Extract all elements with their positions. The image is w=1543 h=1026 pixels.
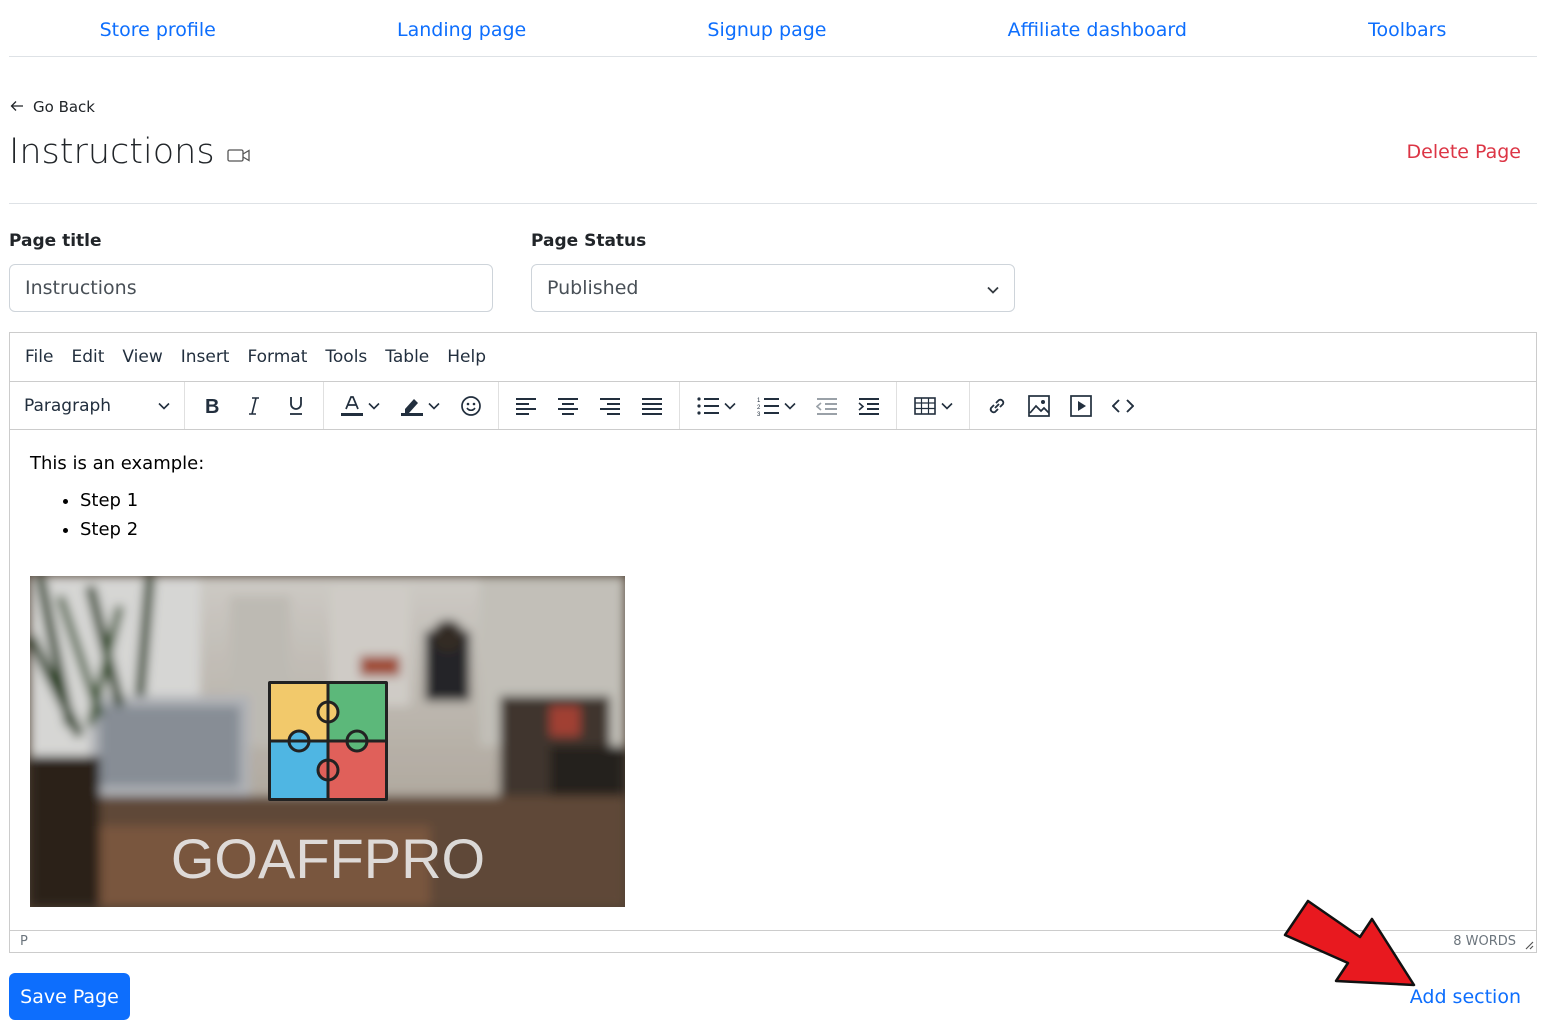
page-status-label: Page Status <box>531 231 647 251</box>
align-right-icon <box>600 397 620 415</box>
editor-menubar: File Edit View Insert Format Tools Table… <box>10 333 1536 382</box>
block-format-value: Paragraph <box>24 395 112 416</box>
menu-view[interactable]: View <box>113 347 171 367</box>
bullet-list-button[interactable] <box>686 389 746 423</box>
highlighter-icon <box>400 398 423 416</box>
align-justify-icon <box>642 397 662 415</box>
rich-text-editor: File Edit View Insert Format Tools Table… <box>9 332 1537 953</box>
page-title-label: Page title <box>9 231 102 251</box>
code-icon <box>1112 398 1134 413</box>
page-status-select[interactable]: Published <box>531 264 1015 312</box>
go-back-label: Go Back <box>33 98 95 116</box>
save-page-button[interactable]: Save Page <box>9 973 130 1020</box>
italic-icon <box>249 396 259 415</box>
svg-text:2: 2 <box>757 405 761 411</box>
menu-table[interactable]: Table <box>376 347 438 367</box>
chevron-down-icon <box>723 402 736 410</box>
media-play-icon <box>1070 394 1092 417</box>
block-format-select[interactable]: Paragraph <box>16 389 178 423</box>
menu-help[interactable]: Help <box>438 347 495 367</box>
insert-link-button[interactable] <box>976 389 1018 423</box>
top-nav: Store profile Landing page Signup page A… <box>9 0 1537 57</box>
nav-affiliate-dashboard[interactable]: Affiliate dashboard <box>1008 10 1187 47</box>
office-photo-with-logo: GOAFFPRO <box>30 576 625 907</box>
chevron-down-icon <box>940 402 953 410</box>
highlight-color-button[interactable] <box>390 389 450 423</box>
menu-file[interactable]: File <box>16 347 62 367</box>
align-left-icon <box>516 397 536 415</box>
video-camera-icon[interactable] <box>226 130 251 174</box>
menu-edit[interactable]: Edit <box>62 347 113 367</box>
chevron-down-icon <box>158 402 170 410</box>
menu-format[interactable]: Format <box>238 347 316 367</box>
svg-text:3: 3 <box>757 412 761 416</box>
bold-icon: B <box>205 397 219 415</box>
emoji-button[interactable] <box>450 389 492 423</box>
menu-insert[interactable]: Insert <box>172 347 239 367</box>
arrow-left-icon <box>10 98 24 116</box>
table-button[interactable] <box>903 389 963 423</box>
align-right-button[interactable] <box>589 389 631 423</box>
bold-button[interactable]: B <box>191 389 233 423</box>
underline-button[interactable] <box>275 389 317 423</box>
page-status-value: Published <box>547 277 639 299</box>
svg-text:B: B <box>205 397 219 415</box>
align-left-button[interactable] <box>505 389 547 423</box>
editor-content[interactable]: This is an example: Step 1 Step 2 <box>10 430 1536 930</box>
insert-media-button[interactable] <box>1060 389 1102 423</box>
page-heading: Instructions <box>9 130 251 174</box>
italic-button[interactable] <box>233 389 275 423</box>
content-image[interactable]: GOAFFPRO <box>30 576 625 907</box>
add-section-link[interactable]: Add section <box>1410 986 1521 1008</box>
content-bullet-list: Step 1 Step 2 <box>80 486 1516 544</box>
nav-landing-page[interactable]: Landing page <box>397 10 526 47</box>
emoji-icon <box>461 395 481 416</box>
divider <box>9 203 1537 204</box>
indent-icon <box>858 397 879 415</box>
text-color-button[interactable] <box>330 389 390 423</box>
insert-image-button[interactable] <box>1018 389 1060 423</box>
element-path[interactable]: P <box>20 934 28 949</box>
align-center-button[interactable] <box>547 389 589 423</box>
menu-tools[interactable]: Tools <box>316 347 376 367</box>
list-item: Step 2 <box>80 515 1516 544</box>
align-justify-button[interactable] <box>631 389 673 423</box>
chevron-down-icon <box>427 402 440 410</box>
numbered-list-button[interactable]: 123 <box>746 389 806 423</box>
word-count[interactable]: 8 WORDS <box>1453 934 1516 949</box>
chevron-down-icon <box>367 402 380 410</box>
page-title-input[interactable]: Instructions <box>9 264 493 312</box>
image-icon <box>1028 394 1050 417</box>
nav-store-profile[interactable]: Store profile <box>100 10 216 47</box>
page-title-input-value: Instructions <box>25 277 137 299</box>
content-paragraph: This is an example: <box>30 453 205 474</box>
annotation-arrow-icon <box>1283 899 1416 987</box>
nav-toolbars[interactable]: Toolbars <box>1368 10 1446 47</box>
go-back-link[interactable]: Go Back <box>10 98 95 116</box>
source-code-button[interactable] <box>1102 389 1144 423</box>
outdent-icon <box>816 397 837 415</box>
indent-button[interactable] <box>848 389 890 423</box>
link-icon <box>989 398 1005 413</box>
underline-icon <box>290 396 302 415</box>
nav-signup-page[interactable]: Signup page <box>707 10 826 47</box>
editor-toolbar: Paragraph B 1 2 3 <box>10 382 1536 430</box>
bullet-list-icon <box>696 396 719 415</box>
delete-page-link[interactable]: Delete Page <box>1407 141 1521 163</box>
list-item: Step 1 <box>80 486 1516 515</box>
svg-text:GOAFFPRO: GOAFFPRO <box>171 827 485 890</box>
outdent-button[interactable] <box>806 389 848 423</box>
svg-text:1: 1 <box>757 398 761 404</box>
align-center-icon <box>558 397 578 415</box>
puzzle-logo-icon <box>268 681 388 801</box>
numbered-list-icon: 123 <box>757 397 779 416</box>
chevron-down-icon <box>987 277 999 299</box>
page-title: Instructions <box>9 132 215 172</box>
table-icon <box>913 396 936 415</box>
resize-handle-icon[interactable] <box>1524 940 1534 950</box>
text-color-icon <box>340 395 363 416</box>
chevron-down-icon <box>783 402 796 410</box>
